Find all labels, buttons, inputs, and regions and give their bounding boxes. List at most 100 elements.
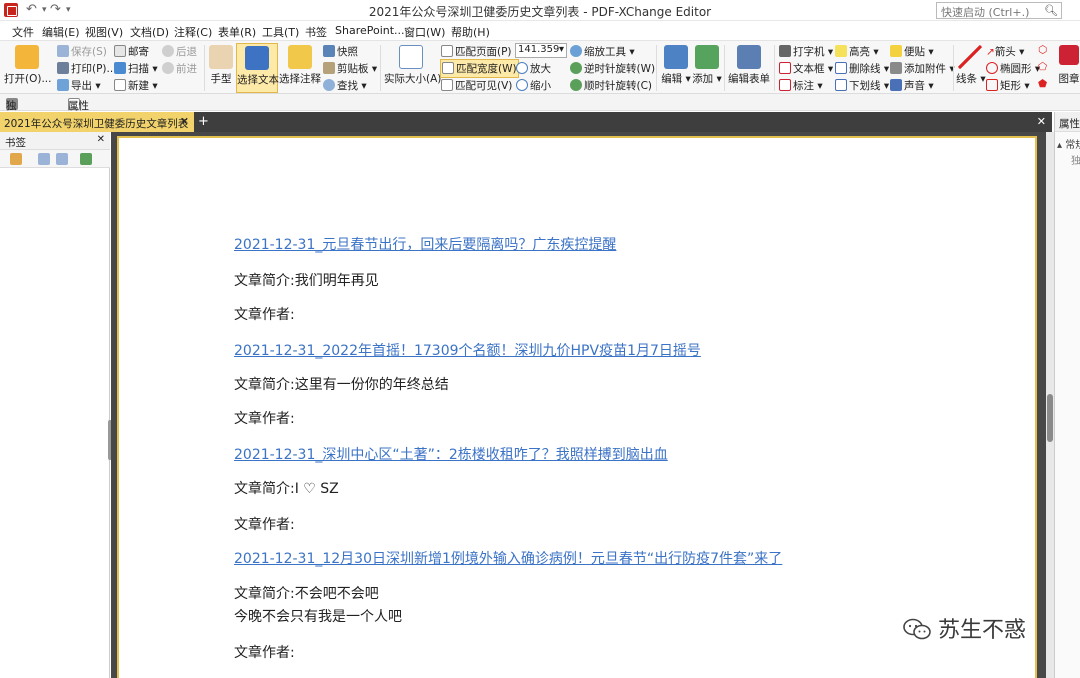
article-link[interactable]: 2021-12-31_元旦春节出行，回来后要隔离吗？广东疾控提醒 [234,234,616,254]
highlight-button[interactable]: 高亮 ▾ [835,44,879,59]
close-document-icon[interactable]: ✕ [1037,115,1046,128]
textbox-button[interactable]: 文本框 ▾ [779,61,833,76]
close-pane-icon[interactable]: ✕ [97,134,105,145]
bookmark-options-icon[interactable] [10,153,22,165]
stamp-label: 图章 [1058,73,1080,85]
zoom-tool-button[interactable]: 缩放工具 ▾ [570,44,635,59]
paperclip-icon [890,62,902,74]
back-button[interactable]: 后退 [162,44,197,59]
forward-button[interactable]: 前进 [162,61,197,76]
clipboard-button[interactable]: 剪贴板 ▾ [323,61,377,76]
secondary-toolbar: 独占模式 属性(P)... [0,94,1080,157]
rotate-cw-button[interactable]: 顺时针旋转(C) [570,78,652,93]
menu-forms[interactable]: 表单(R) [218,24,256,40]
callout-icon [779,79,791,91]
new-tab-icon[interactable]: + [198,114,209,129]
hand-icon [209,45,233,69]
zoom-tool-icon [570,45,582,57]
find-button[interactable]: 查找 ▾ [323,78,367,93]
vertical-scrollbar[interactable] [1046,132,1054,678]
menu-tools[interactable]: 工具(T) [262,24,299,40]
zoom-out-button[interactable]: 缩小 [516,78,551,93]
article-link[interactable]: 2021-12-31_2022年首摇！17309个名额！深圳九价HPV疫苗1月7… [234,340,701,360]
select-text-label: 选择文本 [237,74,279,86]
export-icon [57,79,69,91]
open-button[interactable]: 打开(O)... [4,43,52,93]
callout-button[interactable]: 标注 ▾ [779,78,823,93]
sticky-note-button[interactable]: 便贴 ▾ [890,44,934,59]
expand-bookmarks-icon[interactable] [38,153,50,165]
fit-page-button[interactable]: 匹配页面(P) [441,44,512,59]
mail-button[interactable]: 邮寄 [114,44,149,59]
menu-sharepoint[interactable]: SharePoint... [335,24,405,37]
collapse-bookmarks-icon[interactable] [56,153,68,165]
save-icon [57,45,69,57]
shape-extra-1-icon[interactable]: ⬡ [1038,44,1047,56]
article-link[interactable]: 2021-12-31_深圳中心区“土著”：2栋楼收租咋了？我照样搏到脑出血 [234,444,668,464]
menu-file[interactable]: 文件 [12,24,34,40]
export-button[interactable]: 导出 ▾ [57,78,101,93]
shape-extra-2-icon[interactable]: ⬠ [1038,61,1047,73]
typewriter-button[interactable]: 打字机 ▾ [779,44,833,59]
select-text-button[interactable]: 选择文本 [236,43,279,93]
article-author: 文章作者: [234,307,295,323]
scan-button[interactable]: 扫描 ▾ [114,61,158,76]
wechat-icon [903,618,931,640]
shape-extra-3-icon[interactable]: ⬟ [1038,78,1047,90]
zoom-in-button[interactable]: 放大 [516,61,551,76]
strikeout-icon [835,62,847,74]
printer-icon [57,62,69,74]
new-button[interactable]: 新建 ▾ [114,78,158,93]
scrollbar-thumb[interactable] [1047,394,1053,442]
lines-button[interactable]: 线条 ▾ [956,43,986,93]
rotate-ccw-button[interactable]: 逆时针旋转(W) [570,61,655,76]
snapshot-button[interactable]: 快照 [323,44,358,59]
underline-button[interactable]: 下划线 ▾ [835,78,889,93]
select-annotation-label: 选择注释 [279,73,321,85]
save-button[interactable]: 保存(S) [57,44,107,59]
zoom-level-input[interactable]: 141.359 ▾ [515,43,567,58]
line-icon [958,45,982,69]
ellipse-icon [986,62,998,74]
properties-pane: 属性 ▴ 常规 独 [1054,112,1080,678]
stamp-button[interactable]: 图章 [1056,43,1080,93]
mail-icon [114,45,126,57]
open-label: 打开(O)... [4,73,52,85]
menu-help[interactable]: 帮助(H) [451,24,490,40]
print-button[interactable]: 打印(P)... [57,61,117,76]
add-bookmark-icon[interactable] [80,153,92,165]
add-content-button[interactable]: 添加 ▾ [692,43,722,93]
menu-edit[interactable]: 编辑(E) [42,24,80,40]
fit-width-icon [442,62,454,74]
article-summary: 文章简介:I ♡ SZ [234,481,339,497]
add-attachment-button[interactable]: 添加附件 ▾ [890,61,955,76]
article-summary: 文章简介:这里有一份你的年终总结 [234,377,449,393]
edit-form-button[interactable]: 编辑表单 [726,43,772,93]
menu-window[interactable]: 窗口(W) [404,24,445,40]
close-tab-icon[interactable]: ✕ [180,115,189,128]
hand-tool-button[interactable]: 手型 [207,43,235,93]
menu-document[interactable]: 文档(D) [130,24,169,40]
article-link[interactable]: 2021-12-31_12月30日深圳新增1例境外输入确诊病例！元旦春节“出行防… [234,548,782,568]
fit-visible-button[interactable]: 匹配可见(V) [441,78,512,93]
quick-launch-input[interactable]: 快速启动 (Ctrl+.) 🔍︎ [936,2,1062,19]
menu-view[interactable]: 视图(V) [85,24,123,40]
article-summary: 文章简介:不会吧不会吧 [234,586,379,602]
window-title: 2021年公众号深圳卫健委历史文章列表 - PDF-XChange Editor [368,5,712,19]
sound-button[interactable]: 声音 ▾ [890,78,934,93]
actual-size-label: 实际大小(A) [384,73,442,85]
properties-section[interactable]: ▴ 常规 [1057,136,1080,151]
ellipse-button[interactable]: 椭圆形 ▾ [986,61,1040,76]
select-annotation-button[interactable]: 选择注释 [279,43,321,93]
menu-bookmarks[interactable]: 书签 [305,24,327,40]
menu-comment[interactable]: 注释(C) [174,24,212,40]
arrow-button[interactable]: ↗箭头 ▾ [986,44,1024,59]
actual-size-button[interactable]: 实际大小(A) [384,43,442,93]
fit-width-button[interactable]: 匹配宽度(W) [440,59,519,78]
rectangle-button[interactable]: 矩形 ▾ [986,78,1030,93]
zoom-dropdown-icon[interactable]: ▾ [559,44,564,55]
strikeout-button[interactable]: 删除线 ▾ [835,61,889,76]
edit-content-button[interactable]: 编辑 ▾ [660,43,692,93]
add-content-label: 添加 ▾ [692,73,722,85]
document-tab[interactable]: 2021年公众号深圳卫健委历史文章列表 ✕ [0,112,194,132]
